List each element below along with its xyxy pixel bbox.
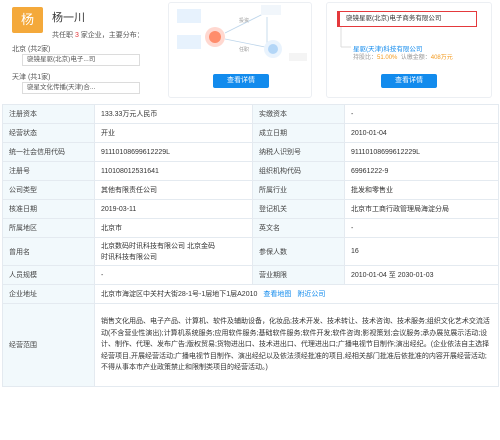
cell-value: 2010-01-04 至 2030-01-03 (344, 265, 499, 285)
cell-label: 所属行业 (252, 180, 345, 200)
cell-label: 成立日期 (252, 123, 345, 143)
avatar: 杨 (12, 7, 43, 33)
cell-label: 营业期限 (252, 265, 345, 285)
cell-value: 16 (344, 237, 499, 266)
cell-label: 实缴资本 (252, 104, 345, 124)
cell-label: 核准日期 (2, 199, 95, 219)
cell-label: 登记机关 (252, 199, 345, 219)
cell-label: 组织机构代码 (252, 161, 345, 181)
cell-label: 参保人数 (252, 237, 345, 266)
cell-value: 批发和零售业 (344, 180, 499, 200)
table-row: 统一社会信用代码 91110108699612229L 纳税人识别号 91110… (2, 142, 499, 162)
cell-value: 北京市工商行政管理局海淀分局 (344, 199, 499, 219)
relation-summary-panel: 骁镜星驱(北京)电子商务有限公司 星驱(天津)科技有限公司 持股比：51.00%… (326, 2, 492, 98)
table-row: 注册资本 133.33万元人民币 实缴资本 - (2, 104, 499, 124)
table-row: 曾用名 北京数码时讯科技有限公司 北京金码 时讯科技有限公司 参保人数 16 (2, 237, 499, 266)
cell-label: 公司类型 (2, 180, 95, 200)
region-title: 北京 (共2家) (12, 46, 51, 53)
cell-value: 2010-01-04 (344, 123, 499, 143)
cell-value: 北京数码时讯科技有限公司 北京金码 时讯科技有限公司 (94, 237, 253, 266)
cell-label: 纳税人识别号 (252, 142, 345, 162)
cell-value: - (94, 265, 253, 285)
cell-label: 企业地址 (2, 284, 95, 304)
cell-label: 注册号 (2, 161, 95, 181)
graph-node (289, 53, 307, 61)
graph-node (261, 5, 281, 15)
cell-label: 注册资本 (2, 104, 95, 124)
cell-value: - (344, 104, 499, 124)
share-info: 持股比：51.00% 认缴金额：408万元 (353, 55, 453, 61)
cell-value: 北京市 (94, 218, 253, 238)
table-row: 注册号 110108012531641 组织机构代码 69961222-9 (2, 161, 499, 181)
graph-edge (224, 38, 266, 48)
relation-graph-panel: 投资 任职 查看详情 (168, 2, 312, 98)
view-map-link[interactable]: 查看地图 (263, 291, 291, 298)
person-stat: 共任职 3 家企业，主要分布： (52, 32, 144, 39)
table-row: 核准日期 2019-03-11 登记机关 北京市工商行政管理局海淀分局 (2, 199, 499, 219)
relation-graph[interactable]: 投资 任职 (169, 3, 311, 73)
table-row: 公司类型 其他有限责任公司 所属行业 批发和零售业 (2, 180, 499, 200)
view-detail-button[interactable]: 查看详情 (381, 74, 437, 88)
address-value: 北京市海淀区中关村大街28-1号-1层地下1层A2010 查看地图 附近公司 (94, 284, 499, 304)
cell-label: 经营状态 (2, 123, 95, 143)
graph-node (268, 44, 278, 54)
person-header: 杨 杨一川 共任职 3 家企业，主要分布： 北京 (共2家) 骁镜星驱(北京)电… (0, 0, 500, 100)
cell-value: 110108012531641 (94, 161, 253, 181)
cell-value: 69961222-9 (344, 161, 499, 181)
related-company[interactable]: 骁镜星驱(北京)电子商务有限公司 (337, 11, 477, 27)
cell-value: 2019-03-11 (94, 199, 253, 219)
view-graph-button[interactable]: 查看详情 (213, 74, 269, 88)
table-row: 经营范围 销售文化用品、电子产品、计算机、软件及辅助设备，化妆品;技术开发、技术… (2, 303, 499, 387)
nearby-companies-link[interactable]: 附近公司 (297, 291, 325, 298)
table-row: 所属地区 北京市 英文名 - (2, 218, 499, 238)
company-chip[interactable]: 骁星文化传播(天津)合... (22, 82, 140, 94)
business-info-table: 注册资本 133.33万元人民币 实缴资本 - 经营状态 开业 成立日期 201… (2, 104, 499, 387)
cell-label: 人员规模 (2, 265, 95, 285)
cell-label: 曾用名 (2, 237, 95, 266)
person-name[interactable]: 杨一川 (52, 9, 85, 25)
cell-value: 其他有限责任公司 (94, 180, 253, 200)
cell-value: 133.33万元人民币 (94, 104, 253, 124)
graph-edge-label: 任职 (239, 46, 249, 53)
cell-label: 统一社会信用代码 (2, 142, 95, 162)
company-chip[interactable]: 骁镜星驱(北京)电子...司 (22, 54, 140, 66)
business-scope: 销售文化用品、电子产品、计算机、软件及辅助设备，化妆品;技术开发、技术转让、技术… (94, 303, 499, 387)
table-row: 企业地址 北京市海淀区中关村大街28-1号-1层地下1层A2010 查看地图 附近公… (2, 284, 499, 304)
graph-node (209, 31, 221, 43)
graph-node (177, 35, 201, 49)
cell-value: 91110108699612229L (344, 142, 499, 162)
graph-node (177, 9, 201, 23)
cell-label: 所属地区 (2, 218, 95, 238)
region-title: 天津 (共1家) (12, 74, 51, 81)
cell-value: 91110108699612229L (94, 142, 253, 162)
table-row: 经营状态 开业 成立日期 2010-01-04 (2, 123, 499, 143)
cell-label: 英文名 (252, 218, 345, 238)
graph-edge-label: 投资 (239, 17, 249, 24)
cell-value: 开业 (94, 123, 253, 143)
cell-value: - (344, 218, 499, 238)
cell-label: 经营范围 (2, 303, 95, 387)
table-row: 人员规模 - 营业期限 2010-01-04 至 2030-01-03 (2, 265, 499, 285)
